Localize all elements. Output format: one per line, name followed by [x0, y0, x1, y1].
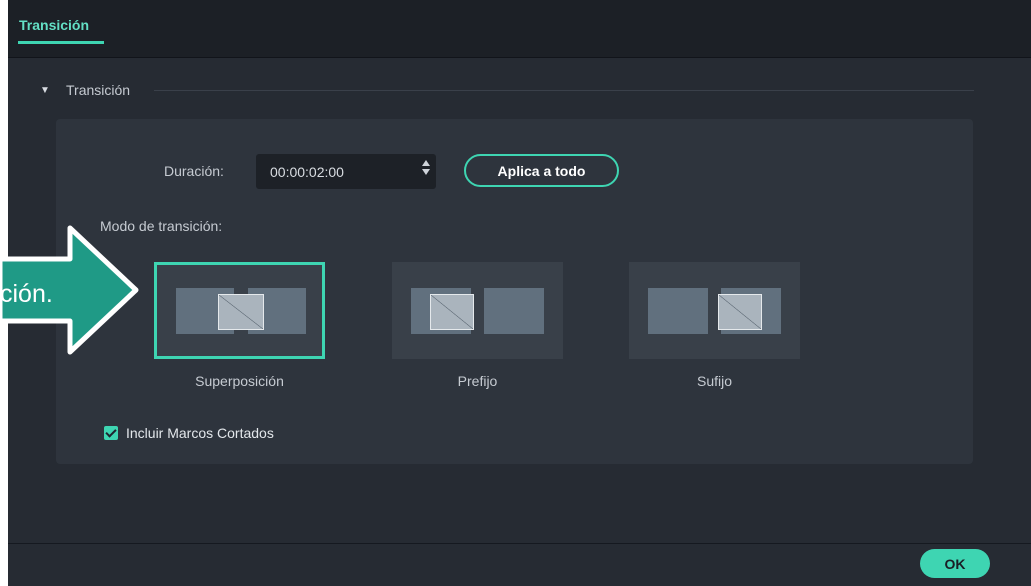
- clip-b-icon: [484, 288, 544, 334]
- tab-bar: Transición: [8, 0, 1031, 58]
- mode-suffix-card[interactable]: [629, 262, 800, 359]
- footer-divider: [8, 543, 1031, 544]
- mode-overlap-label: Superposición: [195, 373, 284, 389]
- mode-prefix-label: Prefijo: [457, 373, 498, 389]
- apply-to-all-button[interactable]: Aplica a todo: [464, 154, 619, 187]
- stepper-down-icon[interactable]: [422, 169, 430, 175]
- mode-suffix-label: Sufijo: [696, 373, 733, 389]
- duration-input[interactable]: 00:00:02:00: [256, 154, 436, 189]
- mode-prefix-card[interactable]: [392, 262, 563, 359]
- clip-a-icon: [648, 288, 708, 334]
- duration-stepper[interactable]: [421, 160, 431, 184]
- suffix-transition-icon: [718, 294, 762, 330]
- duration-label: Duración:: [164, 163, 224, 179]
- section-title: Transición: [66, 82, 131, 98]
- transition-dialog: Transición ▼ Transición Duración: 00:00:…: [8, 0, 1031, 586]
- mode-overlap-card[interactable]: [154, 262, 325, 359]
- include-trimmed-label[interactable]: Incluir Marcos Cortados: [126, 425, 274, 441]
- stepper-up-icon[interactable]: [422, 160, 430, 166]
- transition-mode-label: Modo de transición:: [100, 218, 223, 234]
- caret-down-icon: ▼: [40, 84, 50, 96]
- active-tab-indicator: [18, 41, 104, 44]
- overlap-transition-icon: [218, 294, 264, 330]
- ok-button[interactable]: OK: [920, 549, 990, 578]
- section-toggle[interactable]: ▼ Transición: [40, 82, 130, 98]
- include-trimmed-checkbox[interactable]: [104, 426, 118, 440]
- section-divider: [154, 90, 974, 91]
- duration-value: 00:00:02:00: [270, 164, 344, 180]
- tab-transition[interactable]: Transición: [19, 17, 89, 33]
- prefix-transition-icon: [430, 294, 474, 330]
